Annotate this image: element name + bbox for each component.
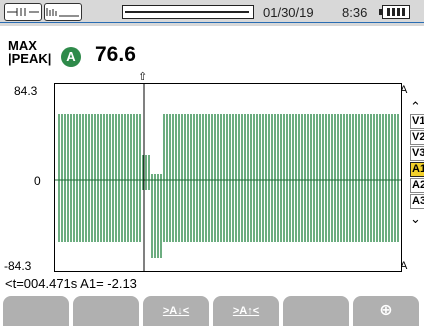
cursor-marker-icon[interactable]: ⇧	[138, 70, 147, 83]
time-display: 8:36	[342, 5, 368, 20]
zoom-in-icon: ⊕	[379, 302, 393, 319]
channel-scroll-down-icon[interactable]: ⌄	[410, 212, 421, 225]
y-axis-zero-label: 0	[34, 174, 41, 188]
waveform-trace	[55, 84, 401, 271]
channel-v2[interactable]: V2	[410, 130, 424, 145]
function-key-label: >A↓<	[162, 305, 190, 317]
channel-scroll-up-icon[interactable]: ⌃	[410, 100, 421, 113]
top-status-bar: 01/30/19 8:36	[0, 0, 424, 26]
measurement-mode-label: MAX |PEAK|	[8, 39, 51, 65]
date-display: 01/30/19	[263, 5, 314, 20]
function-key-6[interactable]: ⊕	[353, 296, 419, 326]
function-key-1[interactable]	[3, 296, 69, 326]
channel-a2[interactable]: A2	[410, 178, 424, 193]
mode-line-2: |PEAK|	[8, 51, 52, 66]
function-key-3[interactable]: >A↓<	[143, 296, 209, 326]
function-key-label: >A↑<	[232, 305, 260, 317]
function-key-5[interactable]	[283, 296, 349, 326]
y-axis-min-label: -84.3	[4, 259, 32, 273]
waveform-tab-icon[interactable]	[4, 3, 42, 21]
channel-a1[interactable]: A1	[410, 162, 424, 177]
measured-value: 76.6	[95, 43, 136, 66]
function-key-4[interactable]: >A↑<	[213, 296, 279, 326]
function-key-2[interactable]	[73, 296, 139, 326]
channel-v3[interactable]: V3	[410, 146, 424, 161]
channel-badge: A	[61, 47, 81, 67]
harmonics-tab-icon[interactable]	[44, 3, 82, 21]
trace-samples	[58, 114, 399, 258]
memory-progress-bar	[122, 5, 254, 19]
cursor-readout: <t=004.471s A1= -2.13	[5, 276, 137, 291]
channel-a3[interactable]: A3	[410, 194, 424, 209]
waveform-plot[interactable]	[54, 83, 402, 272]
y-axis-max-label: 84.3	[14, 84, 38, 98]
channel-v1[interactable]: V1	[410, 114, 424, 129]
battery-full-icon	[379, 5, 410, 19]
